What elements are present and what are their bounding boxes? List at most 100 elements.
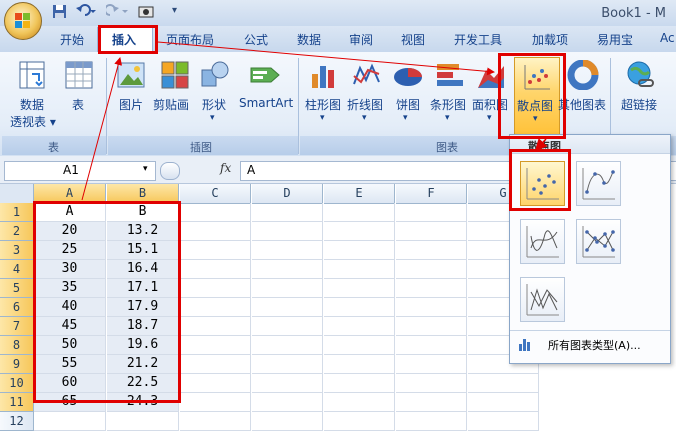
shapes-button[interactable]: 形状 ▾ <box>200 60 230 132</box>
undo-icon[interactable] <box>74 4 96 21</box>
cell-e7[interactable] <box>324 317 395 336</box>
column-header-d[interactable]: D <box>252 184 323 204</box>
other-charts-button[interactable]: 其他图表 <box>558 60 608 132</box>
cell-c11[interactable] <box>180 393 251 412</box>
cell-a2[interactable]: 20 <box>34 222 106 241</box>
cell-f2[interactable] <box>396 222 467 241</box>
cell-d3[interactable] <box>252 241 323 260</box>
cell-f8[interactable] <box>396 336 467 355</box>
name-box-dropdown-icon[interactable]: ▾ <box>143 164 148 174</box>
scatter-chart-button[interactable]: 散点图 ▾ <box>514 57 560 135</box>
cell-d11[interactable] <box>252 393 323 412</box>
cell-f7[interactable] <box>396 317 467 336</box>
cell-e2[interactable] <box>324 222 395 241</box>
cell-a1[interactable]: A <box>34 203 106 222</box>
tab-view[interactable]: 视图 <box>401 31 425 48</box>
cell-b9[interactable]: 21.2 <box>107 355 179 374</box>
cell-c2[interactable] <box>180 222 251 241</box>
area-chart-button[interactable]: 面积图 ▾ <box>472 60 512 132</box>
cell-b5[interactable]: 17.1 <box>107 279 179 298</box>
cell-d9[interactable] <box>252 355 323 374</box>
cell-d4[interactable] <box>252 260 323 279</box>
cell-b8[interactable]: 19.6 <box>107 336 179 355</box>
scatter-straight-markers-option[interactable] <box>576 219 621 264</box>
cell-d1[interactable] <box>252 203 323 222</box>
cell-b4[interactable]: 16.4 <box>107 260 179 279</box>
cell-c9[interactable] <box>180 355 251 374</box>
cell-f5[interactable] <box>396 279 467 298</box>
cell-a5[interactable]: 35 <box>34 279 106 298</box>
cell-e1[interactable] <box>324 203 395 222</box>
hyperlink-button[interactable]: 超链接 <box>618 60 662 120</box>
column-chart-button[interactable]: 柱形图 ▾ <box>305 60 345 132</box>
row-header-4[interactable]: 4 <box>0 260 34 279</box>
row-header-1[interactable]: 1 <box>0 203 34 222</box>
cell-a6[interactable]: 40 <box>34 298 106 317</box>
tab-review[interactable]: 审阅 <box>349 31 373 48</box>
tab-developer[interactable]: 开发工具 <box>454 31 502 48</box>
cell-e4[interactable] <box>324 260 395 279</box>
tab-home[interactable]: 开始 <box>60 31 84 48</box>
cell-b2[interactable]: 13.2 <box>107 222 179 241</box>
clipart-button[interactable]: 剪贴画 <box>152 60 196 120</box>
tab-page-layout[interactable]: 页面布局 <box>166 31 214 48</box>
cell-d7[interactable] <box>252 317 323 336</box>
formula-bar-resize-handle[interactable] <box>160 162 180 180</box>
cell-a4[interactable]: 30 <box>34 260 106 279</box>
tab-data[interactable]: 数据 <box>297 31 321 48</box>
cell-f4[interactable] <box>396 260 467 279</box>
cell-f3[interactable] <box>396 241 467 260</box>
cell-b11[interactable]: 24.3 <box>107 393 179 412</box>
pivot-table-button[interactable]: 数据 透视表 ▾ <box>10 60 56 132</box>
cell-c4[interactable] <box>180 260 251 279</box>
cell-a9[interactable]: 55 <box>34 355 106 374</box>
cell-d6[interactable] <box>252 298 323 317</box>
redo-icon[interactable] <box>104 4 128 21</box>
scatter-markers-only-option[interactable] <box>520 161 565 206</box>
scatter-smooth-markers-option[interactable] <box>576 161 621 206</box>
row-header-3[interactable]: 3 <box>0 241 34 260</box>
office-button[interactable] <box>4 2 42 40</box>
tab-acrobat[interactable]: Ac <box>660 31 675 45</box>
cell-e9[interactable] <box>324 355 395 374</box>
select-all-corner[interactable] <box>0 184 34 204</box>
table-button[interactable]: 表 <box>62 60 96 120</box>
tab-formulas[interactable]: 公式 <box>244 31 268 48</box>
cell-b7[interactable]: 18.7 <box>107 317 179 336</box>
row-header-8[interactable]: 8 <box>0 336 34 355</box>
cell-c8[interactable] <box>180 336 251 355</box>
qat-customize-icon[interactable]: ▾ <box>172 5 177 22</box>
cell-c5[interactable] <box>180 279 251 298</box>
camera-icon[interactable] <box>138 4 156 21</box>
cell-c3[interactable] <box>180 241 251 260</box>
row-header-10[interactable]: 10 <box>0 374 34 393</box>
pie-chart-button[interactable]: 饼图 ▾ <box>391 60 425 132</box>
line-chart-button[interactable]: 折线图 ▾ <box>347 60 387 132</box>
save-icon[interactable] <box>52 4 67 21</box>
column-header-a[interactable]: A <box>34 184 106 204</box>
insert-function-icon[interactable]: fx <box>220 161 231 175</box>
cell-d2[interactable] <box>252 222 323 241</box>
row-header-2[interactable]: 2 <box>0 222 34 241</box>
cell-a3[interactable]: 25 <box>34 241 106 260</box>
cell-g10[interactable] <box>468 374 539 393</box>
cell-e8[interactable] <box>324 336 395 355</box>
cell-b1[interactable]: B <box>107 203 179 222</box>
cell-c7[interactable] <box>180 317 251 336</box>
column-header-b[interactable]: B <box>107 184 179 204</box>
cell-e5[interactable] <box>324 279 395 298</box>
cell-g11[interactable] <box>468 393 539 412</box>
cell-a8[interactable]: 50 <box>34 336 106 355</box>
tab-addins[interactable]: 加载项 <box>532 31 568 48</box>
cell-d8[interactable] <box>252 336 323 355</box>
row-header-11[interactable]: 11 <box>0 393 34 412</box>
cell-e6[interactable] <box>324 298 395 317</box>
tab-insert[interactable]: 插入 <box>112 31 136 48</box>
cell-f11[interactable] <box>396 393 467 412</box>
cell-c6[interactable] <box>180 298 251 317</box>
name-box[interactable]: A1 ▾ <box>4 161 156 181</box>
all-chart-types-item[interactable]: 所有图表类型(A)... <box>510 333 670 355</box>
cell-f6[interactable] <box>396 298 467 317</box>
cell-b3[interactable]: 15.1 <box>107 241 179 260</box>
row-header-9[interactable]: 9 <box>0 355 34 374</box>
